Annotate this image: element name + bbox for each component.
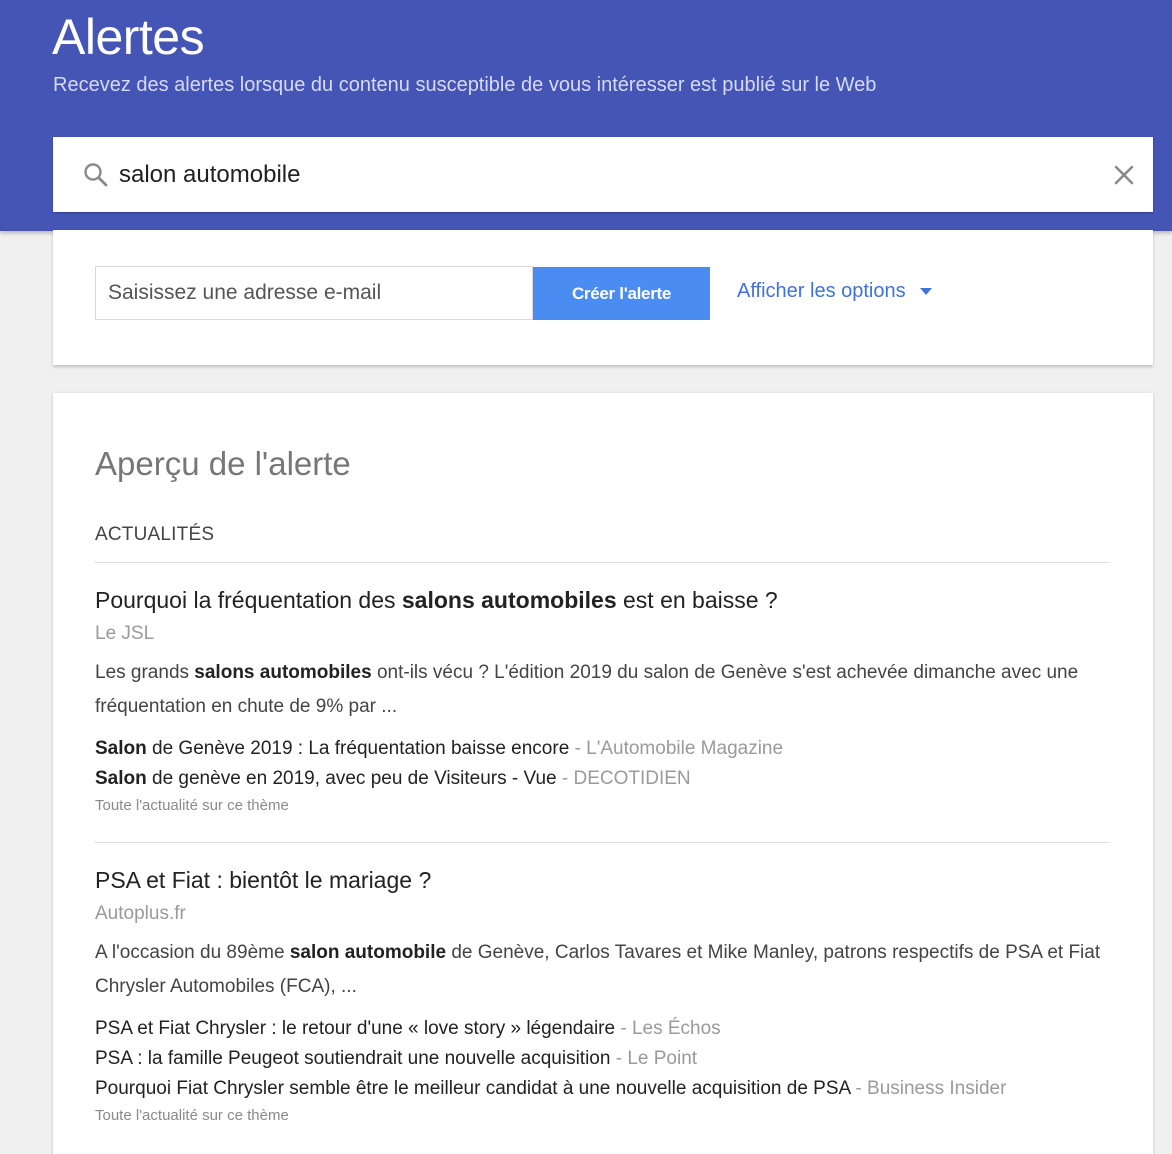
create-alert-button[interactable]: Créer l'alerte <box>533 267 710 320</box>
related-highlight: Salon <box>95 768 147 789</box>
related-source: - Business Insider <box>850 1078 1007 1099</box>
article-source: Le JSL <box>95 623 155 644</box>
article-snippet: Les grands salons automobiles ont-ils vé… <box>95 656 1115 724</box>
article-title-link[interactable]: Pourquoi la fréquentation des salons aut… <box>95 586 1115 614</box>
search-input[interactable] <box>119 155 1079 195</box>
related-article-link[interactable]: PSA : la famille Peugeot soutiendrait un… <box>95 1044 1115 1074</box>
related-title: PSA : la famille Peugeot soutiendrait un… <box>95 1048 611 1069</box>
theme-news-link[interactable]: Toute l'actualité sur ce thème <box>95 1105 1115 1127</box>
related-title: de Genève 2019 : La fréquentation baisse… <box>146 738 570 759</box>
search-icon <box>84 163 108 187</box>
app-header: Alertes Recevez des alertes lorsque du c… <box>0 0 1172 231</box>
related-title: PSA et Fiat Chrysler : le retour d'une «… <box>95 1018 616 1039</box>
related-source: - L'Automobile Magazine <box>569 738 784 759</box>
app-title: Alertes <box>52 9 205 65</box>
related-source: - Les Échos <box>615 1018 721 1039</box>
related-title: Pourquoi Fiat Chrysler semble être le me… <box>95 1078 851 1099</box>
show-options-label: Afficher les options <box>737 280 906 302</box>
article-title-text: Pourquoi la fréquentation des <box>95 587 402 613</box>
news-article: PSA et Fiat : bientôt le mariage ? Autop… <box>95 866 1115 1127</box>
alert-preview-card: Aperçu de l'alerte ACTUALITÉS Pourquoi l… <box>53 393 1153 1154</box>
related-source: - Le Point <box>610 1048 698 1069</box>
article-source: Autoplus.fr <box>95 903 186 924</box>
divider <box>95 562 1110 563</box>
app-subtitle: Recevez des alertes lorsque du contenu s… <box>53 74 877 96</box>
related-title: de genève en 2019, avec peu de Visiteurs… <box>146 768 557 789</box>
email-field[interactable] <box>95 266 533 320</box>
related-article-link[interactable]: PSA et Fiat Chrysler : le retour d'une «… <box>95 1014 1115 1044</box>
theme-news-link[interactable]: Toute l'actualité sur ce thème <box>95 795 1115 817</box>
snippet-highlight: salons automobiles <box>194 662 372 683</box>
related-article-link[interactable]: Salon de Genève 2019 : La fréquentation … <box>95 734 1115 764</box>
snippet-text: A l'occasion du 89ème <box>95 942 290 963</box>
snippet-text: Les grands <box>95 662 195 683</box>
article-title-text: est en baisse ? <box>616 587 778 613</box>
article-title-highlight: salons automobiles <box>401 587 617 613</box>
divider <box>95 842 1110 843</box>
related-articles: PSA et Fiat Chrysler : le retour d'une «… <box>95 1014 1115 1104</box>
search-bar <box>53 137 1153 212</box>
related-article-link[interactable]: Pourquoi Fiat Chrysler semble être le me… <box>95 1074 1115 1104</box>
related-article-link[interactable]: Salon de genève en 2019, avec peu de Vis… <box>95 764 1115 794</box>
show-options-link[interactable]: Afficher les options <box>737 280 932 303</box>
related-articles: Salon de Genève 2019 : La fréquentation … <box>95 734 1115 794</box>
section-label: ACTUALITÉS <box>95 524 215 545</box>
related-source: - DECOTIDIEN <box>556 768 691 789</box>
news-article: Pourquoi la fréquentation des salons aut… <box>95 586 1115 817</box>
article-title-link[interactable]: PSA et Fiat : bientôt le mariage ? <box>95 866 1115 894</box>
caret-down-icon <box>919 288 932 295</box>
alert-options-card: Créer l'alerte Afficher les options <box>53 230 1153 365</box>
preview-title: Aperçu de l'alerte <box>95 445 351 482</box>
close-icon[interactable] <box>1111 162 1137 188</box>
snippet-highlight: salon automobile <box>289 942 447 963</box>
related-highlight: Salon <box>95 738 147 759</box>
article-title-text: PSA et Fiat : bientôt le mariage ? <box>95 867 432 893</box>
article-snippet: A l'occasion du 89ème salon automobile d… <box>95 936 1115 1004</box>
